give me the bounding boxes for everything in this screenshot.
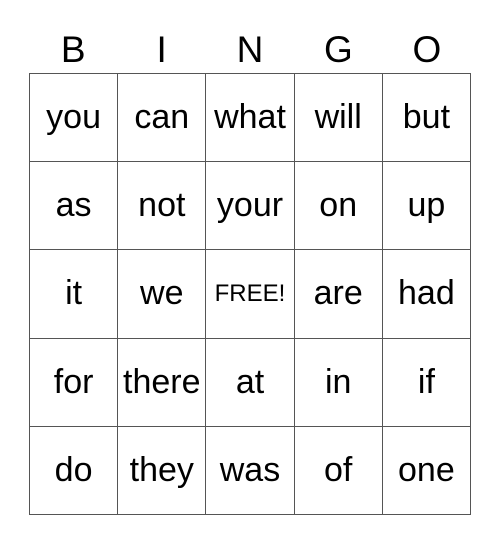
bingo-cell[interactable]: we (118, 250, 207, 339)
bingo-cell[interactable]: do (30, 426, 119, 515)
bingo-cell[interactable]: can (118, 74, 207, 163)
bingo-cell[interactable]: there (118, 338, 207, 427)
bingo-cell[interactable]: what (206, 74, 295, 163)
header-letter-b: B (60, 29, 86, 70)
header-letter-i: I (156, 29, 167, 70)
bingo-cell[interactable]: they (118, 426, 207, 515)
bingo-cell[interactable]: will (294, 74, 383, 163)
bingo-cell[interactable]: as (30, 162, 119, 251)
header-letter-g: G (324, 29, 353, 70)
bingo-grid: you can what will but as not your on up it we FREE! a… (29, 73, 471, 515)
bingo-cell[interactable]: it (30, 250, 119, 339)
bingo-cell[interactable]: at (206, 338, 295, 427)
bingo-cell[interactable]: up (382, 162, 471, 251)
bingo-cell[interactable]: you (30, 74, 119, 163)
bingo-header: B I N G O (29, 28, 471, 72)
bingo-cell[interactable]: your (206, 162, 295, 251)
bingo-cell[interactable]: if (382, 338, 471, 427)
header-letter-n: N (236, 29, 264, 70)
bingo-cell[interactable]: had (382, 250, 471, 339)
bingo-cell[interactable]: of (294, 426, 383, 515)
bingo-cell[interactable]: for (30, 338, 119, 427)
bingo-cell[interactable]: was (206, 426, 295, 515)
header-letter-o: O (412, 29, 442, 70)
bingo-cell[interactable]: in (294, 338, 383, 427)
bingo-cell[interactable]: but (382, 74, 471, 163)
bingo-cell[interactable]: one (382, 426, 471, 515)
free-cell[interactable]: FREE! (206, 250, 295, 339)
bingo-cell[interactable]: on (294, 162, 383, 251)
bingo-cell[interactable]: are (294, 250, 383, 339)
bingo-cell[interactable]: not (118, 162, 207, 251)
